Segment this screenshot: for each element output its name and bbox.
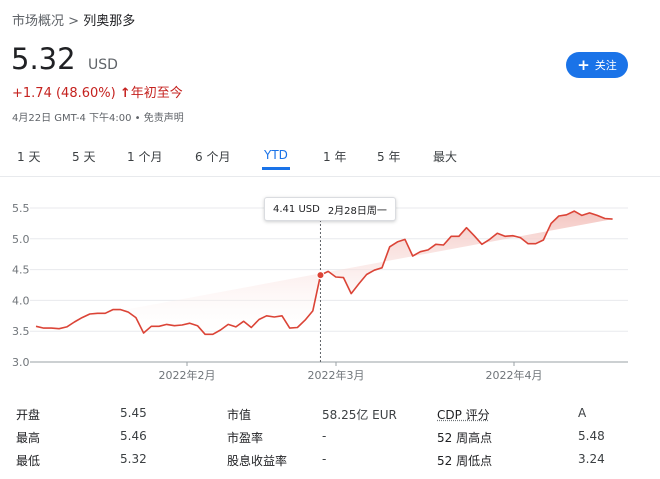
price-currency: USD <box>88 57 118 73</box>
stat-label-pe-ratio: 市盈率 <box>227 431 264 445</box>
follow-label: 关注 <box>594 59 617 72</box>
stat-value-low: 5.32 <box>120 452 147 466</box>
stat-label-open: 开盘 <box>16 408 41 422</box>
range-tab-max[interactable]: 最大 <box>431 146 459 170</box>
range-tab-1m[interactable]: 1 个月 <box>125 146 164 170</box>
stat-value-market-cap: 58.25亿 EUR <box>322 408 397 422</box>
y-tick-label: 3.0 <box>12 356 30 369</box>
meta-dot-separator: • <box>134 113 141 124</box>
y-tick-label: 4.0 <box>12 294 30 307</box>
y-tick-label: 4.5 <box>12 264 30 277</box>
stat-label-market-cap: 市值 <box>227 408 252 422</box>
price-series-line <box>35 210 613 336</box>
range-tab-5d[interactable]: 5 天 <box>70 146 97 170</box>
stat-label-low: 最低 <box>16 454 41 468</box>
range-tab-ytd[interactable]: YTD <box>262 146 290 170</box>
current-price: 5.32 <box>11 42 76 76</box>
stat-value-52w-high: 5.48 <box>578 429 605 443</box>
tabs-divider <box>0 176 660 177</box>
arrow-up-icon: ↑ <box>119 86 131 101</box>
change-value: +1.74 (48.60%) <box>12 86 116 101</box>
stat-label-dividend-yield: 股息收益率 <box>227 454 288 468</box>
y-tick-label: 5.5 <box>12 202 30 215</box>
breadcrumb-current: 列奥那多 <box>83 14 136 29</box>
stat-label-cdp-score[interactable]: CDP 评分 <box>437 406 490 423</box>
tooltip-price: 4.41 USD <box>273 203 320 215</box>
range-tab-1d[interactable]: 1 天 <box>15 146 42 170</box>
quote-meta: 4月22日 GMT-4 下午4:00 • 免责声明 <box>12 109 184 124</box>
stat-value-cdp-score: A <box>578 406 587 420</box>
stat-value-pe-ratio: - <box>322 429 327 443</box>
quote-timestamp: 4月22日 GMT-4 下午4:00 <box>12 113 132 124</box>
breadcrumb: 市场概况 > 列奥那多 <box>12 10 135 29</box>
stat-value-52w-low: 3.24 <box>578 452 605 466</box>
breadcrumb-separator: > <box>68 14 80 29</box>
time-range-tabs: 1 天 5 天 1 个月 6 个月 YTD 1 年 5 年 最大 <box>0 146 660 172</box>
tooltip-date: 2月28日周一 <box>327 205 387 217</box>
y-tick-label: 5.0 <box>12 233 30 246</box>
follow-button[interactable]: + 关注 <box>566 52 628 78</box>
stat-value-high: 5.46 <box>120 429 147 443</box>
range-tab-5y[interactable]: 5 年 <box>375 146 402 170</box>
stat-label-52w-low: 52 周低点 <box>437 454 493 468</box>
hover-point <box>316 271 325 280</box>
chart-tooltip: 4.41 USD 2月28日周一 <box>264 197 396 221</box>
x-tick-label: 2022年3月 <box>308 368 365 382</box>
range-tab-6m[interactable]: 6 个月 <box>193 146 232 170</box>
change-period: 年初至今 <box>130 86 183 101</box>
y-tick-label: 3.5 <box>12 325 30 338</box>
price-change: +1.74 (48.60%) ↑年初至今 <box>12 82 183 101</box>
x-tick-label: 2022年4月 <box>486 368 543 382</box>
stat-value-open: 5.45 <box>120 406 147 420</box>
range-tab-1y[interactable]: 1 年 <box>321 146 348 170</box>
stat-label-high: 最高 <box>16 431 41 445</box>
breadcrumb-parent-link[interactable]: 市场概况 <box>12 14 64 29</box>
plus-icon: + <box>577 55 590 74</box>
disclaimer-link[interactable]: 免责声明 <box>144 113 184 124</box>
stat-value-dividend-yield: - <box>322 452 327 466</box>
x-tick-label: 2022年2月 <box>159 368 216 382</box>
stat-label-52w-high: 52 周高点 <box>437 431 493 445</box>
